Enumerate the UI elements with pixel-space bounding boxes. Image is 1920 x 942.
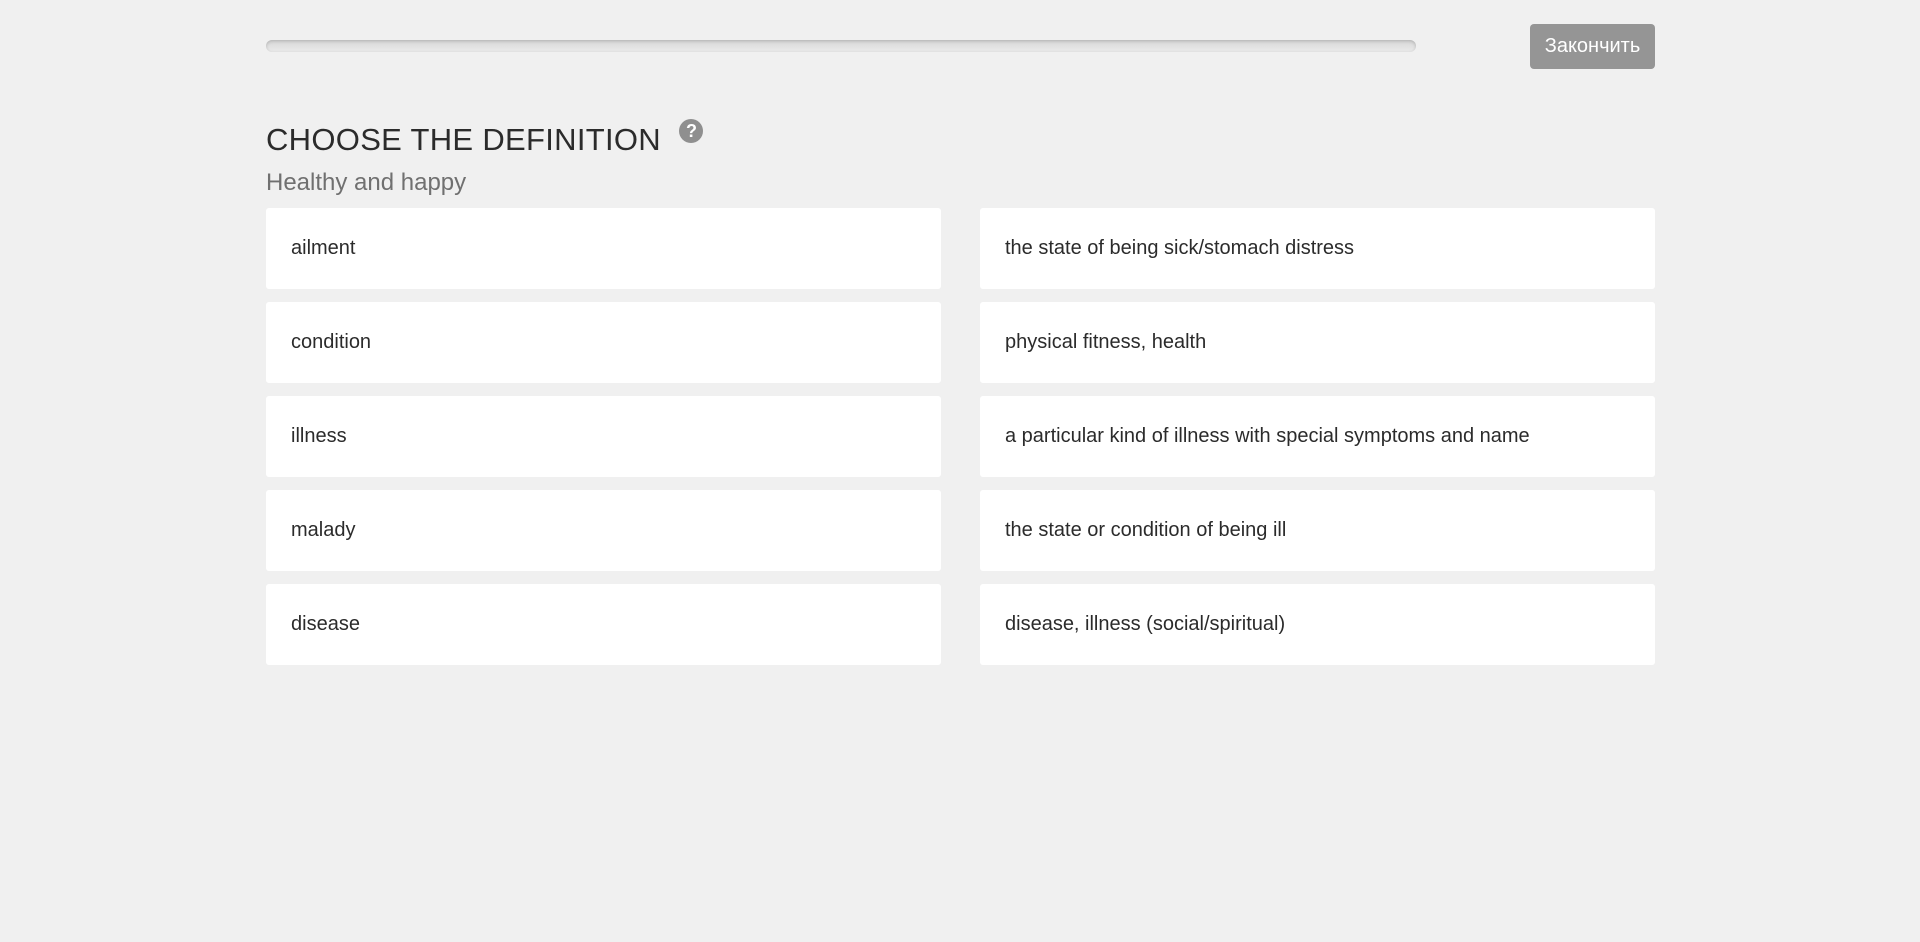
- term-card-malady[interactable]: malady: [266, 490, 941, 571]
- definition-card-5[interactable]: disease, illness (social/spiritual): [980, 584, 1655, 665]
- term-card-disease[interactable]: disease: [266, 584, 941, 665]
- term-card-condition[interactable]: condition: [266, 302, 941, 383]
- definition-card-4[interactable]: the state or condition of being ill: [980, 490, 1655, 571]
- top-bar: Закончить: [266, 24, 1655, 70]
- page-title: CHOOSE THE DEFINITION: [266, 122, 661, 157]
- exercise-subtitle: Healthy and happy: [266, 169, 467, 196]
- term-card-illness[interactable]: illness: [266, 396, 941, 477]
- terms-column: ailment condition illness malady disease: [266, 208, 941, 678]
- finish-button[interactable]: Закончить: [1530, 24, 1655, 69]
- definition-card-2[interactable]: physical fitness, health: [980, 302, 1655, 383]
- definitions-column: the state of being sick/stomach distress…: [980, 208, 1655, 678]
- progress-bar: [266, 40, 1416, 52]
- definition-card-3[interactable]: a particular kind of illness with specia…: [980, 396, 1655, 477]
- question-circle-icon[interactable]: ?: [679, 119, 704, 143]
- definition-card-1[interactable]: the state of being sick/stomach distress: [980, 208, 1655, 289]
- heading: CHOOSE THE DEFINITION ?: [266, 118, 704, 162]
- term-card-ailment[interactable]: ailment: [266, 208, 941, 289]
